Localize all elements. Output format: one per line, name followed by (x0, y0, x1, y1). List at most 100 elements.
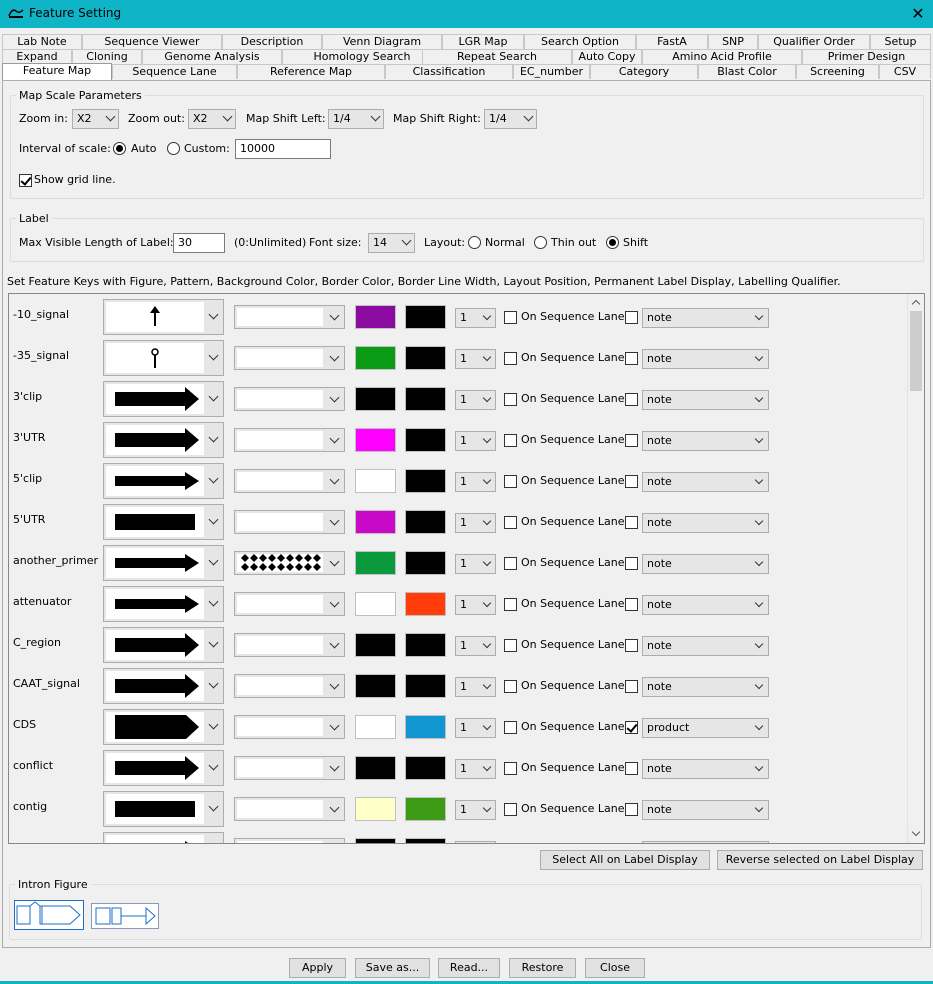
pattern-select[interactable] (234, 346, 345, 370)
tab-homology-search[interactable]: Homology Search (282, 49, 442, 64)
figure-select[interactable] (103, 422, 224, 458)
feature-key-list[interactable]: -10_signal 1 On Sequence Lane note -35_si… (8, 293, 925, 844)
pattern-select[interactable] (234, 305, 345, 329)
permanent-label-checkbox[interactable] (625, 557, 638, 570)
pattern-select[interactable] (234, 633, 345, 657)
pattern-select[interactable] (234, 797, 345, 821)
scroll-down-icon[interactable] (911, 827, 921, 837)
on-sequence-lane-checkbox[interactable] (504, 311, 517, 324)
border-width-select[interactable]: 1 (455, 431, 496, 451)
tab-search-option[interactable]: Search Option (524, 34, 636, 49)
qualifier-select[interactable]: note (642, 513, 769, 533)
layout-shift-radio[interactable] (606, 236, 619, 249)
background-color-swatch[interactable] (355, 592, 396, 616)
on-sequence-lane-checkbox[interactable] (504, 598, 517, 611)
show-grid-checkbox[interactable] (19, 174, 32, 187)
background-color-swatch[interactable] (355, 387, 396, 411)
tab-csv[interactable]: CSV (879, 64, 931, 79)
border-color-swatch[interactable] (405, 469, 446, 493)
tab-expand[interactable]: Expand (2, 49, 72, 64)
permanent-label-checkbox[interactable] (625, 516, 638, 529)
pattern-select[interactable] (234, 715, 345, 739)
border-width-select[interactable]: 1 (455, 595, 496, 615)
pattern-select[interactable] (234, 469, 345, 493)
background-color-swatch[interactable] (355, 510, 396, 534)
background-color-swatch[interactable] (355, 305, 396, 329)
tab-lab-note[interactable]: Lab Note (2, 34, 82, 49)
tab-sequence-viewer[interactable]: Sequence Viewer (82, 34, 222, 49)
tab-category[interactable]: Category (590, 64, 698, 79)
figure-select[interactable] (103, 586, 224, 622)
pattern-select[interactable] (234, 838, 345, 843)
figure-select[interactable] (103, 340, 224, 376)
layout-normal-radio[interactable] (468, 236, 481, 249)
on-sequence-lane-checkbox[interactable] (504, 475, 517, 488)
tab-classification[interactable]: Classification (385, 64, 513, 79)
tab-screening[interactable]: Screening (796, 64, 879, 79)
max-length-input[interactable]: 30 (173, 233, 225, 253)
zoom-in-select[interactable]: X2 (72, 109, 119, 129)
border-color-swatch[interactable] (405, 592, 446, 616)
border-color-swatch[interactable] (405, 428, 446, 452)
permanent-label-checkbox[interactable] (625, 803, 638, 816)
border-color-swatch[interactable] (405, 838, 446, 843)
border-width-select[interactable]: 1 (455, 390, 496, 410)
background-color-swatch[interactable] (355, 428, 396, 452)
tab-lgr-map[interactable]: LGR Map (442, 34, 524, 49)
qualifier-select[interactable]: note (642, 349, 769, 369)
select-all-label-display-button[interactable]: Select All on Label Display (540, 850, 710, 870)
pattern-select[interactable] (234, 428, 345, 452)
qualifier-select[interactable]: note (642, 800, 769, 820)
border-color-swatch[interactable] (405, 305, 446, 329)
border-width-select[interactable] (455, 841, 496, 843)
close-icon[interactable]: ✕ (903, 0, 933, 28)
on-sequence-lane-checkbox[interactable] (504, 557, 517, 570)
pattern-select[interactable] (234, 551, 345, 575)
interval-auto-radio[interactable] (113, 142, 126, 155)
border-width-select[interactable]: 1 (455, 677, 496, 697)
permanent-label-checkbox[interactable] (625, 352, 638, 365)
vertical-scrollbar[interactable] (907, 294, 924, 843)
figure-select[interactable] (103, 381, 224, 417)
border-color-swatch[interactable] (405, 551, 446, 575)
tab-setup[interactable]: Setup (870, 34, 931, 49)
background-color-swatch[interactable] (355, 469, 396, 493)
border-color-swatch[interactable] (405, 346, 446, 370)
font-size-select[interactable]: 14 (368, 233, 415, 253)
qualifier-select[interactable]: note (642, 390, 769, 410)
on-sequence-lane-checkbox[interactable] (504, 721, 517, 734)
tab-description[interactable]: Description (222, 34, 322, 49)
read-button[interactable]: Read... (438, 958, 500, 978)
qualifier-select[interactable] (642, 841, 769, 843)
permanent-label-checkbox[interactable] (625, 311, 638, 324)
tab-cloning[interactable]: Cloning (72, 49, 142, 64)
on-sequence-lane-checkbox[interactable] (504, 516, 517, 529)
shift-right-select[interactable]: 1/4 (484, 109, 537, 129)
tab-qualifier-order[interactable]: Qualifier Order (758, 34, 870, 49)
background-color-swatch[interactable] (355, 715, 396, 739)
tab-snp[interactable]: SNP (708, 34, 758, 49)
tab-venn-diagram[interactable]: Venn Diagram (322, 34, 442, 49)
pattern-select[interactable] (234, 592, 345, 616)
reverse-label-display-button[interactable]: Reverse selected on Label Display (717, 850, 923, 870)
permanent-label-checkbox[interactable] (625, 434, 638, 447)
border-color-swatch[interactable] (405, 510, 446, 534)
close-button[interactable]: Close (585, 958, 645, 978)
figure-select[interactable] (103, 504, 224, 540)
intron-figure-option-1-icon[interactable] (14, 900, 84, 930)
on-sequence-lane-checkbox[interactable] (504, 393, 517, 406)
pattern-select[interactable] (234, 510, 345, 534)
figure-select[interactable] (103, 545, 224, 581)
qualifier-select[interactable]: note (642, 636, 769, 656)
tab-primer-design[interactable]: Primer Design (802, 49, 931, 64)
border-color-swatch[interactable] (405, 797, 446, 821)
scrollbar-thumb[interactable] (910, 311, 922, 391)
tab-ec-number[interactable]: EC_number (513, 64, 590, 79)
pattern-select[interactable] (234, 756, 345, 780)
on-sequence-lane-checkbox[interactable] (504, 803, 517, 816)
restore-button[interactable]: Restore (509, 958, 576, 978)
tab-auto-copy[interactable]: Auto Copy (572, 49, 642, 64)
save-as-button[interactable]: Save as... (355, 958, 430, 978)
border-color-swatch[interactable] (405, 715, 446, 739)
qualifier-select[interactable]: note (642, 595, 769, 615)
